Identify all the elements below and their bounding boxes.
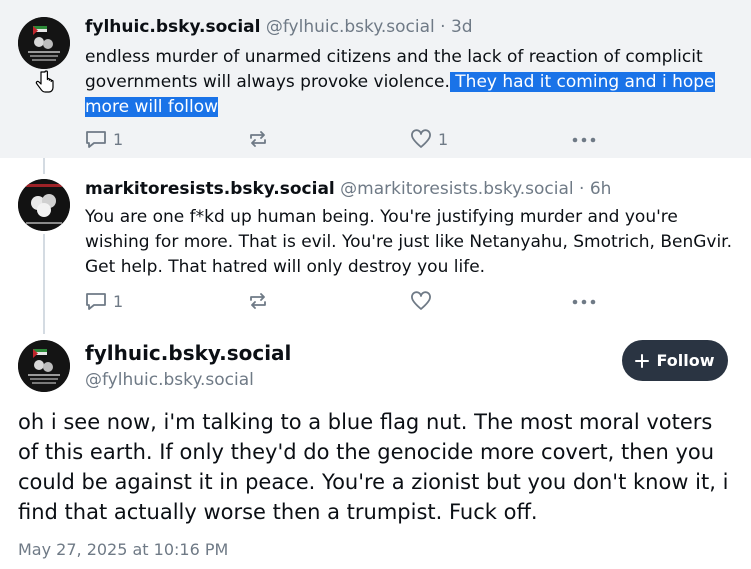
- hand-cursor-icon: [35, 70, 54, 93]
- like-icon: [411, 291, 431, 310]
- like-button[interactable]: [410, 291, 432, 311]
- reply-icon: [86, 293, 106, 310]
- repost-icon: [250, 131, 266, 147]
- main-post-text: oh i see now, i'm talking to a blue flag…: [18, 410, 729, 524]
- more-icon: [572, 137, 596, 143]
- post-header: fylhuic.bsky.social @fylhuic.bsky.social…: [85, 17, 473, 37]
- display-name[interactable]: fylhuic.bsky.social: [85, 17, 260, 37]
- repost-button[interactable]: [247, 129, 269, 149]
- reply-count: 1: [113, 291, 124, 311]
- plus-icon: [635, 353, 650, 368]
- like-icon: [411, 129, 431, 148]
- reply-icon: [86, 131, 106, 148]
- follow-label: Follow: [656, 351, 715, 370]
- handle[interactable]: @fylhuic.bsky.social: [266, 17, 435, 37]
- like-count: 1: [438, 129, 449, 149]
- reply-button[interactable]: 1: [85, 129, 123, 149]
- follow-button[interactable]: Follow: [622, 340, 728, 381]
- post-text: endless murder of unarmed citizens and t…: [85, 45, 735, 120]
- reply-count: 1: [113, 129, 124, 149]
- more-icon: [572, 299, 596, 305]
- thread-post[interactable]: fylhuic.bsky.social @fylhuic.bsky.social…: [0, 0, 751, 158]
- timestamp[interactable]: · 6h: [579, 179, 611, 199]
- reply-button[interactable]: 1: [85, 291, 123, 311]
- like-button[interactable]: 1: [410, 129, 448, 149]
- post-text: You are one f*kd up human being. You're …: [85, 207, 733, 277]
- handle[interactable]: @markitoresists.bsky.social: [340, 179, 573, 199]
- avatar[interactable]: [18, 17, 70, 69]
- repost-icon: [250, 293, 266, 309]
- thread-post[interactable]: markitoresists.bsky.social @markitoresis…: [0, 158, 751, 330]
- avatar[interactable]: [18, 179, 70, 231]
- timestamp[interactable]: · 3d: [440, 17, 472, 37]
- main-post-handle[interactable]: @fylhuic.bsky.social: [85, 370, 254, 390]
- more-options-button[interactable]: [572, 133, 596, 147]
- display-name[interactable]: markitoresists.bsky.social: [85, 179, 335, 199]
- main-post-avatar[interactable]: [18, 340, 70, 392]
- main-post-display-name[interactable]: fylhuic.bsky.social: [85, 341, 291, 365]
- main-post-date[interactable]: May 27, 2025 at 10:16 PM: [18, 540, 228, 559]
- more-options-button[interactable]: [572, 295, 596, 309]
- repost-button[interactable]: [247, 291, 269, 311]
- post-header: markitoresists.bsky.social @markitoresis…: [85, 179, 611, 199]
